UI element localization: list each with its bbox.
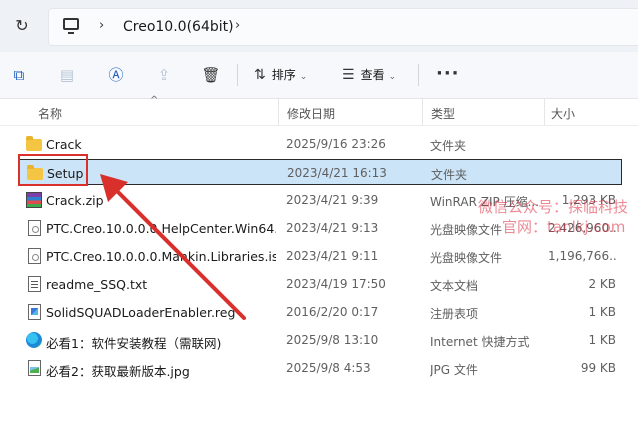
annotation-arrow-icon [100, 174, 246, 320]
